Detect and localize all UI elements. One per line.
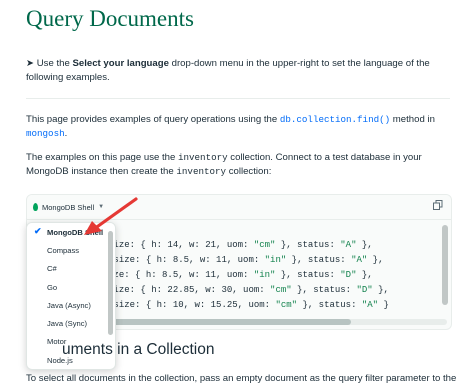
dropdown-item-label: Java (Async) <box>47 300 91 310</box>
intro-paragraph: ➤ Use the Select your language drop-down… <box>26 58 430 83</box>
code-text: }, status: <box>275 270 341 280</box>
code-string: "in" <box>264 255 287 265</box>
copy-button[interactable] <box>431 200 445 214</box>
dropdown-item[interactable]: Compass <box>27 241 115 259</box>
find-method-link[interactable]: db.collection.find() <box>280 114 390 125</box>
mongodb-leaf-icon <box>33 203 38 211</box>
inventory-code: inventory <box>178 152 228 163</box>
code-string: "D" <box>340 270 357 280</box>
code-string: "cm" <box>275 300 298 310</box>
code-text: }, <box>356 240 373 250</box>
dropdown-item[interactable]: Go <box>27 278 115 296</box>
code-text: }, <box>356 270 373 280</box>
dropdown-item-label: Go <box>47 282 58 292</box>
code-text: }, status: <box>297 300 362 310</box>
dropdown-scrollbar[interactable] <box>108 231 113 335</box>
vertical-scrollbar[interactable] <box>442 225 448 305</box>
code-string: "A" <box>340 240 357 250</box>
intro-paragraph-3: The examples on this page use the invent… <box>26 152 422 177</box>
dropdown-item[interactable]: C# <box>27 260 115 278</box>
code-string: "A" <box>351 255 368 265</box>
red-arrow-annotation <box>84 197 138 235</box>
section-heading: uments in a Collection <box>62 341 215 358</box>
checkmark-icon: ✔ <box>34 226 42 236</box>
dropdown-item-label: Compass <box>47 245 80 255</box>
code-text: }, <box>372 285 389 295</box>
code-text: }, <box>367 255 384 265</box>
section-paragraph: To select all documents in the collectio… <box>26 373 457 384</box>
page-title: Query Documents <box>26 6 194 31</box>
dropdown-item-label: C# <box>47 264 57 274</box>
select-language-label: Select your language <box>72 58 169 69</box>
divider <box>26 98 450 99</box>
code-text: }, status: <box>291 285 357 295</box>
code-text: }, status: <box>275 240 341 250</box>
code-string: "in" <box>253 270 276 280</box>
arrow-icon: ➤ <box>26 58 35 69</box>
code-string: "D" <box>356 285 373 295</box>
code-string: "cm" <box>270 285 292 295</box>
dropdown-item[interactable]: Java (Async) <box>27 296 115 314</box>
copy-icon <box>433 200 443 210</box>
code-string: "cm" <box>253 240 276 250</box>
code-text: }, status: <box>286 255 352 265</box>
dropdown-item-label: Java (Sync) <box>47 319 88 329</box>
code-text: } <box>378 300 389 310</box>
code-string: "A" <box>361 300 379 310</box>
dropdown-item[interactable]: Java (Sync) <box>27 314 115 332</box>
inventory-code: inventory <box>176 166 227 177</box>
mongosh-link[interactable]: mongosh <box>26 128 65 139</box>
intro-paragraph-2: This page provides examples of query ope… <box>26 114 435 139</box>
